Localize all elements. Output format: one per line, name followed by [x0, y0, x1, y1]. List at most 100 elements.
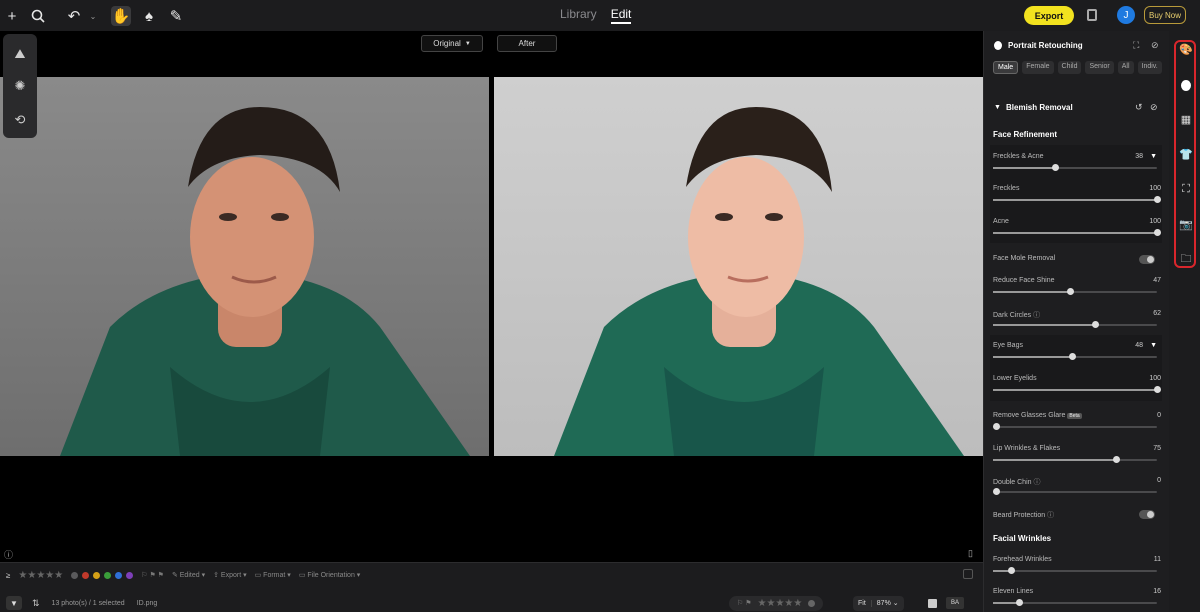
color-label-filter[interactable]	[71, 571, 134, 579]
tag-male[interactable]: Male	[993, 61, 1019, 74]
before-selector[interactable]: Original ▼	[421, 35, 483, 52]
toggle-beard-protection[interactable]: Beard Protection ⓘ	[993, 510, 1161, 520]
slider-knob[interactable]	[993, 488, 1000, 495]
flag-icon[interactable]: ⚐ ⚑	[737, 599, 752, 607]
single-view-icon[interactable]	[928, 598, 937, 608]
slider-track[interactable]	[993, 456, 1157, 463]
slider-knob[interactable]	[993, 423, 1000, 430]
slider-track[interactable]	[993, 599, 1157, 606]
panel-toggle-icon[interactable]: ▯	[968, 548, 973, 559]
undo-icon[interactable]: ↶	[64, 6, 84, 26]
slider-forehead-wrinkles[interactable]: Forehead Wrinkles 11	[993, 556, 1161, 574]
crop-icon[interactable]: ⛶	[1179, 182, 1193, 196]
palette-icon[interactable]: 🎨	[1179, 42, 1193, 56]
tag-individual[interactable]: Indiv.	[1137, 61, 1162, 74]
folder-preset-icon[interactable]: 🗀	[1179, 252, 1193, 266]
slider-knob[interactable]	[1113, 456, 1120, 463]
slider-remove-glasses-glare[interactable]: Remove Glasses Glare Beta 0	[993, 412, 1161, 430]
slider-track[interactable]	[993, 488, 1157, 495]
color-label-dot[interactable]	[82, 571, 90, 579]
help-icon[interactable]: ⓘ	[1033, 312, 1040, 319]
tab-library[interactable]: Library	[560, 7, 597, 24]
slider-track[interactable]	[993, 288, 1157, 295]
rating-filter[interactable]: ★★★★★	[18, 570, 63, 581]
filter-icon[interactable]: ▼	[6, 596, 22, 610]
slider-double-chin[interactable]: Double Chin ⓘ 0	[993, 477, 1161, 495]
split-view-icon[interactable]: BA	[946, 597, 964, 609]
camera-icon[interactable]: 📷	[1179, 217, 1193, 231]
brush-tool-icon[interactable]: ♠	[139, 6, 159, 26]
slider-track[interactable]	[993, 321, 1157, 328]
edited-filter[interactable]: ✎ Edited ▾	[172, 571, 205, 579]
slider-knob[interactable]	[1154, 229, 1161, 236]
slider-eye-bags[interactable]: Eye Bags 48 ▼	[993, 342, 1161, 360]
slider-track[interactable]	[993, 386, 1161, 393]
tag-female[interactable]: Female	[1022, 61, 1054, 74]
tag-all[interactable]: All	[1117, 61, 1134, 74]
clothing-icon[interactable]: 👕	[1179, 147, 1193, 161]
filter-ge-icon[interactable]: ≥	[6, 571, 10, 580]
slider-acne[interactable]: Acne 100	[993, 218, 1161, 236]
slider-track[interactable]	[993, 423, 1157, 430]
color-label-dot[interactable]	[126, 571, 134, 579]
collapse-icon[interactable]: ▼	[994, 104, 1001, 111]
filmstrip-toggle-icon[interactable]	[963, 569, 973, 579]
slider-freckles[interactable]: Freckles 100	[993, 185, 1161, 203]
export-button[interactable]: Export	[1024, 6, 1074, 25]
info-icon[interactable]: ⓘ	[4, 548, 13, 561]
slider-lip-wrinkles[interactable]: Lip Wrinkles & Flakes 75	[993, 445, 1161, 463]
disable-icon[interactable]: ⊘	[1150, 102, 1158, 113]
slider-knob[interactable]	[1091, 321, 1099, 328]
avatar[interactable]: J	[1117, 6, 1135, 24]
slider-track[interactable]	[993, 164, 1157, 171]
hand-tool-icon[interactable]: ✋	[111, 6, 131, 26]
slider-lower-eyelids[interactable]: Lower Eyelids 100	[993, 375, 1161, 393]
color-label-dot[interactable]	[115, 571, 123, 579]
rating-controls[interactable]: ⚐ ⚑ ★★★★★	[729, 595, 824, 611]
slider-knob[interactable]	[1068, 353, 1076, 360]
history-icon[interactable]: ⟲	[12, 112, 28, 128]
slider-track[interactable]	[993, 229, 1161, 236]
format-filter[interactable]: ▭ Format ▾	[255, 571, 291, 579]
help-icon[interactable]: ⓘ	[1047, 512, 1054, 519]
tag-senior[interactable]: Senior	[1085, 61, 1114, 74]
radial-filter-icon[interactable]: ✺	[12, 78, 28, 94]
tag-child[interactable]: Child	[1057, 61, 1082, 74]
expand-icon[interactable]: ▼	[1150, 342, 1157, 349]
slider-reduce-face-shine[interactable]: Reduce Face Shine 47	[993, 277, 1161, 295]
face-select-icon[interactable]: ⛶	[1133, 40, 1139, 51]
export-filter[interactable]: ⇪ Export ▾	[213, 571, 247, 579]
slider-knob[interactable]	[1008, 567, 1016, 574]
color-label-dot[interactable]	[93, 571, 101, 579]
slider-knob[interactable]	[1154, 386, 1161, 393]
slider-knob[interactable]	[1067, 288, 1075, 295]
reset-icon[interactable]: ↺	[1135, 102, 1143, 113]
color-label-picker[interactable]	[808, 599, 816, 607]
flag-filter-icon[interactable]: ⚐ ⚑ ⚑	[141, 571, 164, 579]
search-icon[interactable]	[28, 6, 48, 26]
tab-edit[interactable]: Edit	[610, 7, 632, 24]
rating-stars[interactable]: ★★★★★	[758, 598, 803, 609]
add-icon[interactable]: +	[2, 6, 22, 26]
portrait-icon[interactable]	[1179, 78, 1193, 92]
color-label-dot[interactable]	[71, 571, 79, 579]
buy-now-button[interactable]: Buy Now	[1144, 6, 1186, 24]
toggle-face-mole-removal[interactable]: Face Mole Removal	[993, 255, 1161, 264]
toggle-switch[interactable]	[1139, 510, 1155, 519]
slider-track[interactable]	[993, 196, 1161, 203]
sync-icon[interactable]: ⊘	[1151, 40, 1159, 51]
expand-icon[interactable]: ▼	[1150, 153, 1157, 160]
color-label-dot[interactable]	[104, 571, 112, 579]
bandage-tool-icon[interactable]: ✎	[166, 6, 186, 26]
slider-track[interactable]	[993, 353, 1157, 360]
sort-icon[interactable]: ⇅	[32, 598, 40, 609]
slider-freckles-acne[interactable]: Freckles & Acne 38 ▼	[993, 153, 1161, 171]
zoom-select[interactable]: 87% ⌄	[872, 599, 904, 607]
help-icon[interactable]: ⓘ	[1033, 479, 1040, 486]
orientation-filter[interactable]: ▭ File Orientation ▾	[299, 571, 361, 579]
compare-icon[interactable]	[1087, 9, 1097, 21]
slider-knob[interactable]	[1016, 599, 1024, 606]
ai-enhance-icon[interactable]: ⛰	[12, 46, 28, 62]
fit-button[interactable]: Fit	[853, 599, 872, 607]
slider-dark-circles[interactable]: Dark Circles ⓘ 62	[993, 310, 1161, 328]
